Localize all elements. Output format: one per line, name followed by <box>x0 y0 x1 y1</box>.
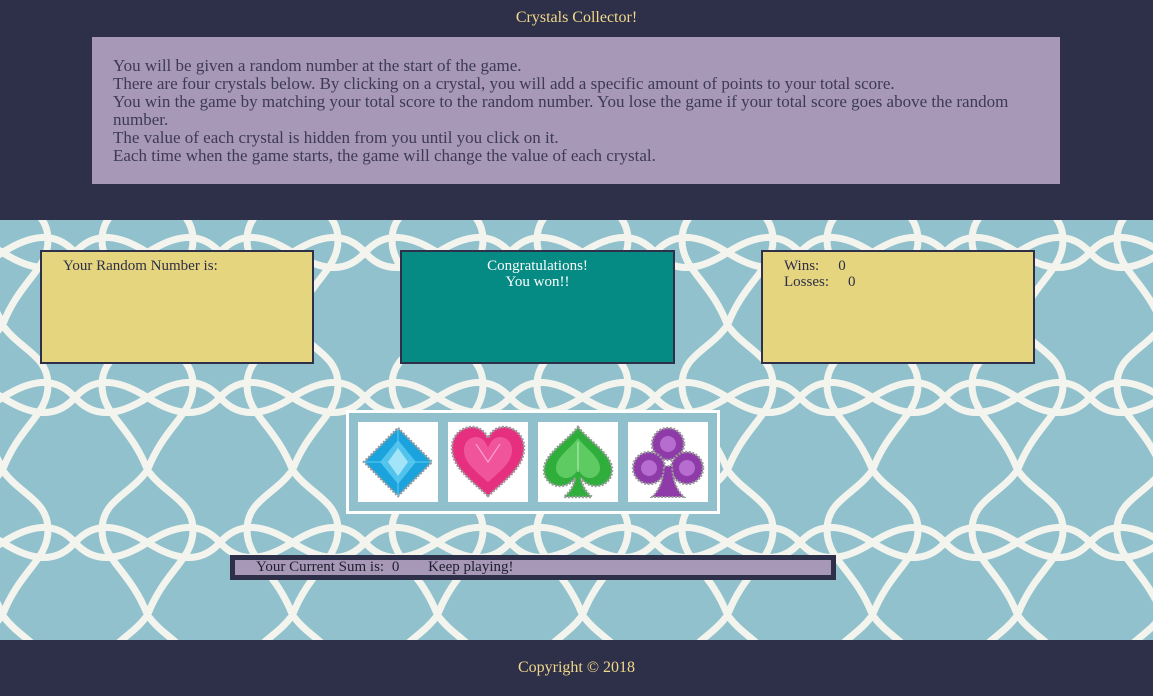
copyright-text: Copyright © 2018 <box>517 659 636 676</box>
page-title: Crystals Collector! <box>515 9 638 26</box>
pink-heart-crystal[interactable] <box>448 422 528 502</box>
instruction-line: Each time when the game starts, the game… <box>113 146 656 165</box>
play-area: Your Random Number is: Congratulations! … <box>0 220 1153 640</box>
spade-icon <box>542 425 614 499</box>
wins-count: 0 <box>838 258 846 274</box>
purple-club-crystal[interactable] <box>628 422 708 502</box>
blue-diamond-crystal[interactable] <box>358 422 438 502</box>
random-number-panel: Your Random Number is: <box>40 250 314 364</box>
instruction-line: You will be given a random number at the… <box>113 56 522 75</box>
losses-count: 0 <box>848 274 856 290</box>
scoreboard-panel: Wins: 0 Losses: 0 <box>761 250 1035 364</box>
current-sum-bar: Your Current Sum is: 0 Keep playing! <box>230 555 836 580</box>
losses-row: Losses: 0 <box>784 274 1033 290</box>
current-sum-value: 0 <box>391 559 400 575</box>
crystal-panel <box>346 410 720 514</box>
current-sum-label: Your Current Sum is: <box>256 559 385 575</box>
green-spade-crystal[interactable] <box>538 422 618 502</box>
instructions-panel: You will be given a random number at the… <box>92 37 1060 184</box>
header: Crystals Collector! You will be given a … <box>0 0 1153 220</box>
result-message-line2: You won!! <box>505 274 570 290</box>
result-message-line1: Congratulations! <box>487 258 588 274</box>
diamond-icon <box>362 426 434 498</box>
footer: Copyright © 2018 <box>0 640 1153 696</box>
wins-label: Wins: <box>784 258 820 274</box>
wins-row: Wins: 0 <box>784 258 1033 274</box>
result-message-panel: Congratulations! You won!! <box>400 250 675 364</box>
instruction-line: The value of each crystal is hidden from… <box>113 128 559 147</box>
instruction-line: You win the game by matching your total … <box>113 92 1009 129</box>
game-status-text: Keep playing! <box>428 559 514 575</box>
heart-icon <box>450 425 526 498</box>
losses-label: Losses: <box>784 274 829 290</box>
instruction-line: There are four crystals below. By clicki… <box>113 74 895 93</box>
club-icon <box>631 426 705 498</box>
random-number-label: Your Random Number is: <box>63 258 218 274</box>
